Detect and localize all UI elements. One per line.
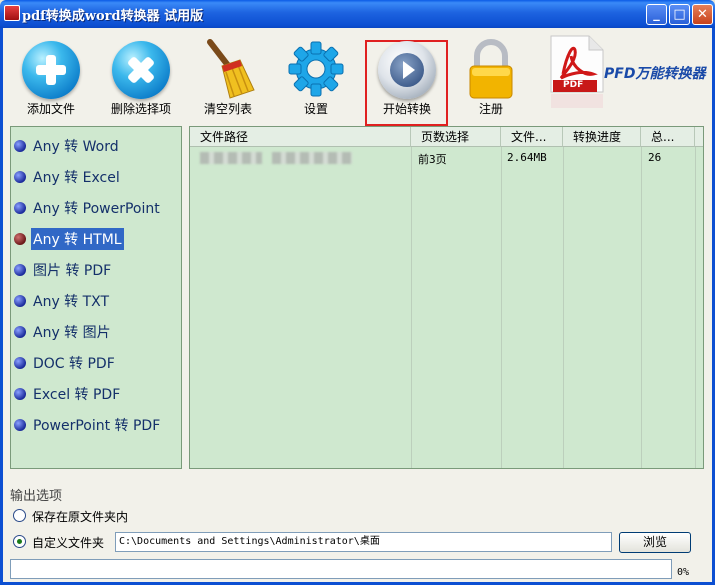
gear-icon xyxy=(288,41,344,97)
start-convert-button[interactable]: 开始转换 xyxy=(368,28,446,118)
save-original-radio[interactable] xyxy=(13,509,26,522)
start-convert-label: 开始转换 xyxy=(382,102,431,116)
bullet-icon xyxy=(14,233,26,245)
file-table: 文件路径 页数选择 文件... 转换进度 总... 前3页 2.64MB 26 xyxy=(189,126,704,469)
bullet-icon xyxy=(14,357,26,369)
app-icon xyxy=(4,5,20,21)
save-original-label[interactable]: 保存在原文件夹内 xyxy=(32,508,128,525)
custom-folder-label[interactable]: 自定义文件夹 xyxy=(32,534,104,551)
blurred-file-path xyxy=(272,152,352,164)
clear-list-button[interactable]: 清空列表 xyxy=(192,28,264,118)
list-item-label: DOC 转 PDF xyxy=(33,356,115,372)
progress-percent: 0% xyxy=(677,567,690,578)
column-header-filler xyxy=(695,127,703,147)
brand-name: PFD万能转换器 xyxy=(604,66,706,82)
size-cell: 2.64MB xyxy=(507,151,547,164)
lock-icon xyxy=(469,39,513,99)
column-header-pages[interactable]: 页数选择 xyxy=(411,127,501,147)
list-item[interactable]: DOC 转 PDF xyxy=(11,348,181,376)
list-item-label: Any 转 PowerPoint xyxy=(33,201,160,217)
list-item[interactable]: Any 转 Excel xyxy=(11,162,181,190)
list-item[interactable]: Any 转 Word xyxy=(11,131,181,159)
play-icon xyxy=(378,41,436,99)
bullet-icon xyxy=(14,202,26,214)
list-item-label: Any 转 TXT xyxy=(33,294,110,310)
settings-label: 设置 xyxy=(303,102,328,116)
clear-list-label: 清空列表 xyxy=(203,102,252,116)
bullet-icon xyxy=(14,419,26,431)
list-item-label: PowerPoint 转 PDF xyxy=(33,418,161,434)
pages-cell: 前3页 xyxy=(418,153,447,166)
bullet-icon xyxy=(14,295,26,307)
register-label: 注册 xyxy=(478,102,503,116)
list-item[interactable]: PowerPoint 转 PDF xyxy=(11,410,181,438)
settings-button[interactable]: 设置 xyxy=(280,28,352,118)
remove-selected-label: 删除选择项 xyxy=(110,102,171,116)
title-bar: pdf转换成word转换器 试用版 _ □ ✕ xyxy=(0,0,715,28)
list-item[interactable]: Excel 转 PDF xyxy=(11,379,181,407)
list-item-selected[interactable]: Any 转 HTML xyxy=(11,224,181,252)
add-file-label: 添加文件 xyxy=(26,102,75,116)
broom-icon xyxy=(207,39,255,99)
list-item[interactable]: Any 转 TXT xyxy=(11,286,181,314)
column-header-size[interactable]: 文件... xyxy=(501,127,563,147)
bullet-icon xyxy=(14,264,26,276)
list-item[interactable]: Any 转 图片 xyxy=(11,317,181,345)
output-options-title: 输出选项 xyxy=(10,489,63,504)
column-header-path[interactable]: 文件路径 xyxy=(190,127,411,147)
total-cell: 26 xyxy=(648,151,662,164)
list-item[interactable]: Any 转 PowerPoint xyxy=(11,193,181,221)
list-item-label: Any 转 Word xyxy=(33,139,119,155)
bullet-icon xyxy=(14,171,26,183)
close-button[interactable]: ✕ xyxy=(692,4,713,25)
column-header-total[interactable]: 总... xyxy=(641,127,695,147)
list-item-label: Excel 转 PDF xyxy=(33,387,121,403)
list-item[interactable]: 图片 转 PDF xyxy=(11,255,181,283)
pdf-logo: PDF xyxy=(549,34,605,110)
blurred-file-path xyxy=(200,152,262,164)
window-title: pdf转换成word转换器 试用版 xyxy=(22,9,204,24)
pdf-badge: PDF xyxy=(563,80,584,90)
table-row[interactable]: 前3页 2.64MB 26 xyxy=(190,147,703,167)
column-header-progress[interactable]: 转换进度 xyxy=(563,127,641,147)
list-item-label: Any 转 Excel xyxy=(33,170,120,186)
add-icon xyxy=(22,41,80,99)
list-item-label: 图片 转 PDF xyxy=(33,263,112,279)
browse-button[interactable]: 浏览 xyxy=(619,532,691,553)
remove-icon xyxy=(112,41,170,99)
register-button[interactable]: 注册 xyxy=(455,28,527,118)
remove-selected-button[interactable]: 删除选择项 xyxy=(103,28,179,118)
progress-bar xyxy=(10,559,672,579)
list-item-label: Any 转 HTML xyxy=(31,228,124,250)
bullet-icon xyxy=(14,326,26,338)
minimize-button[interactable]: _ xyxy=(646,4,667,25)
add-file-button[interactable]: 添加文件 xyxy=(15,28,87,118)
bullet-icon xyxy=(14,388,26,400)
output-path-field[interactable]: C:\Documents and Settings\Administrator\… xyxy=(115,532,612,552)
maximize-button[interactable]: □ xyxy=(669,4,690,25)
bullet-icon xyxy=(14,140,26,152)
custom-folder-radio[interactable] xyxy=(13,535,26,548)
list-item-label: Any 转 图片 xyxy=(33,325,111,341)
conversion-type-list: Any 转 Word Any 转 Excel Any 转 PowerPoint … xyxy=(10,126,182,469)
